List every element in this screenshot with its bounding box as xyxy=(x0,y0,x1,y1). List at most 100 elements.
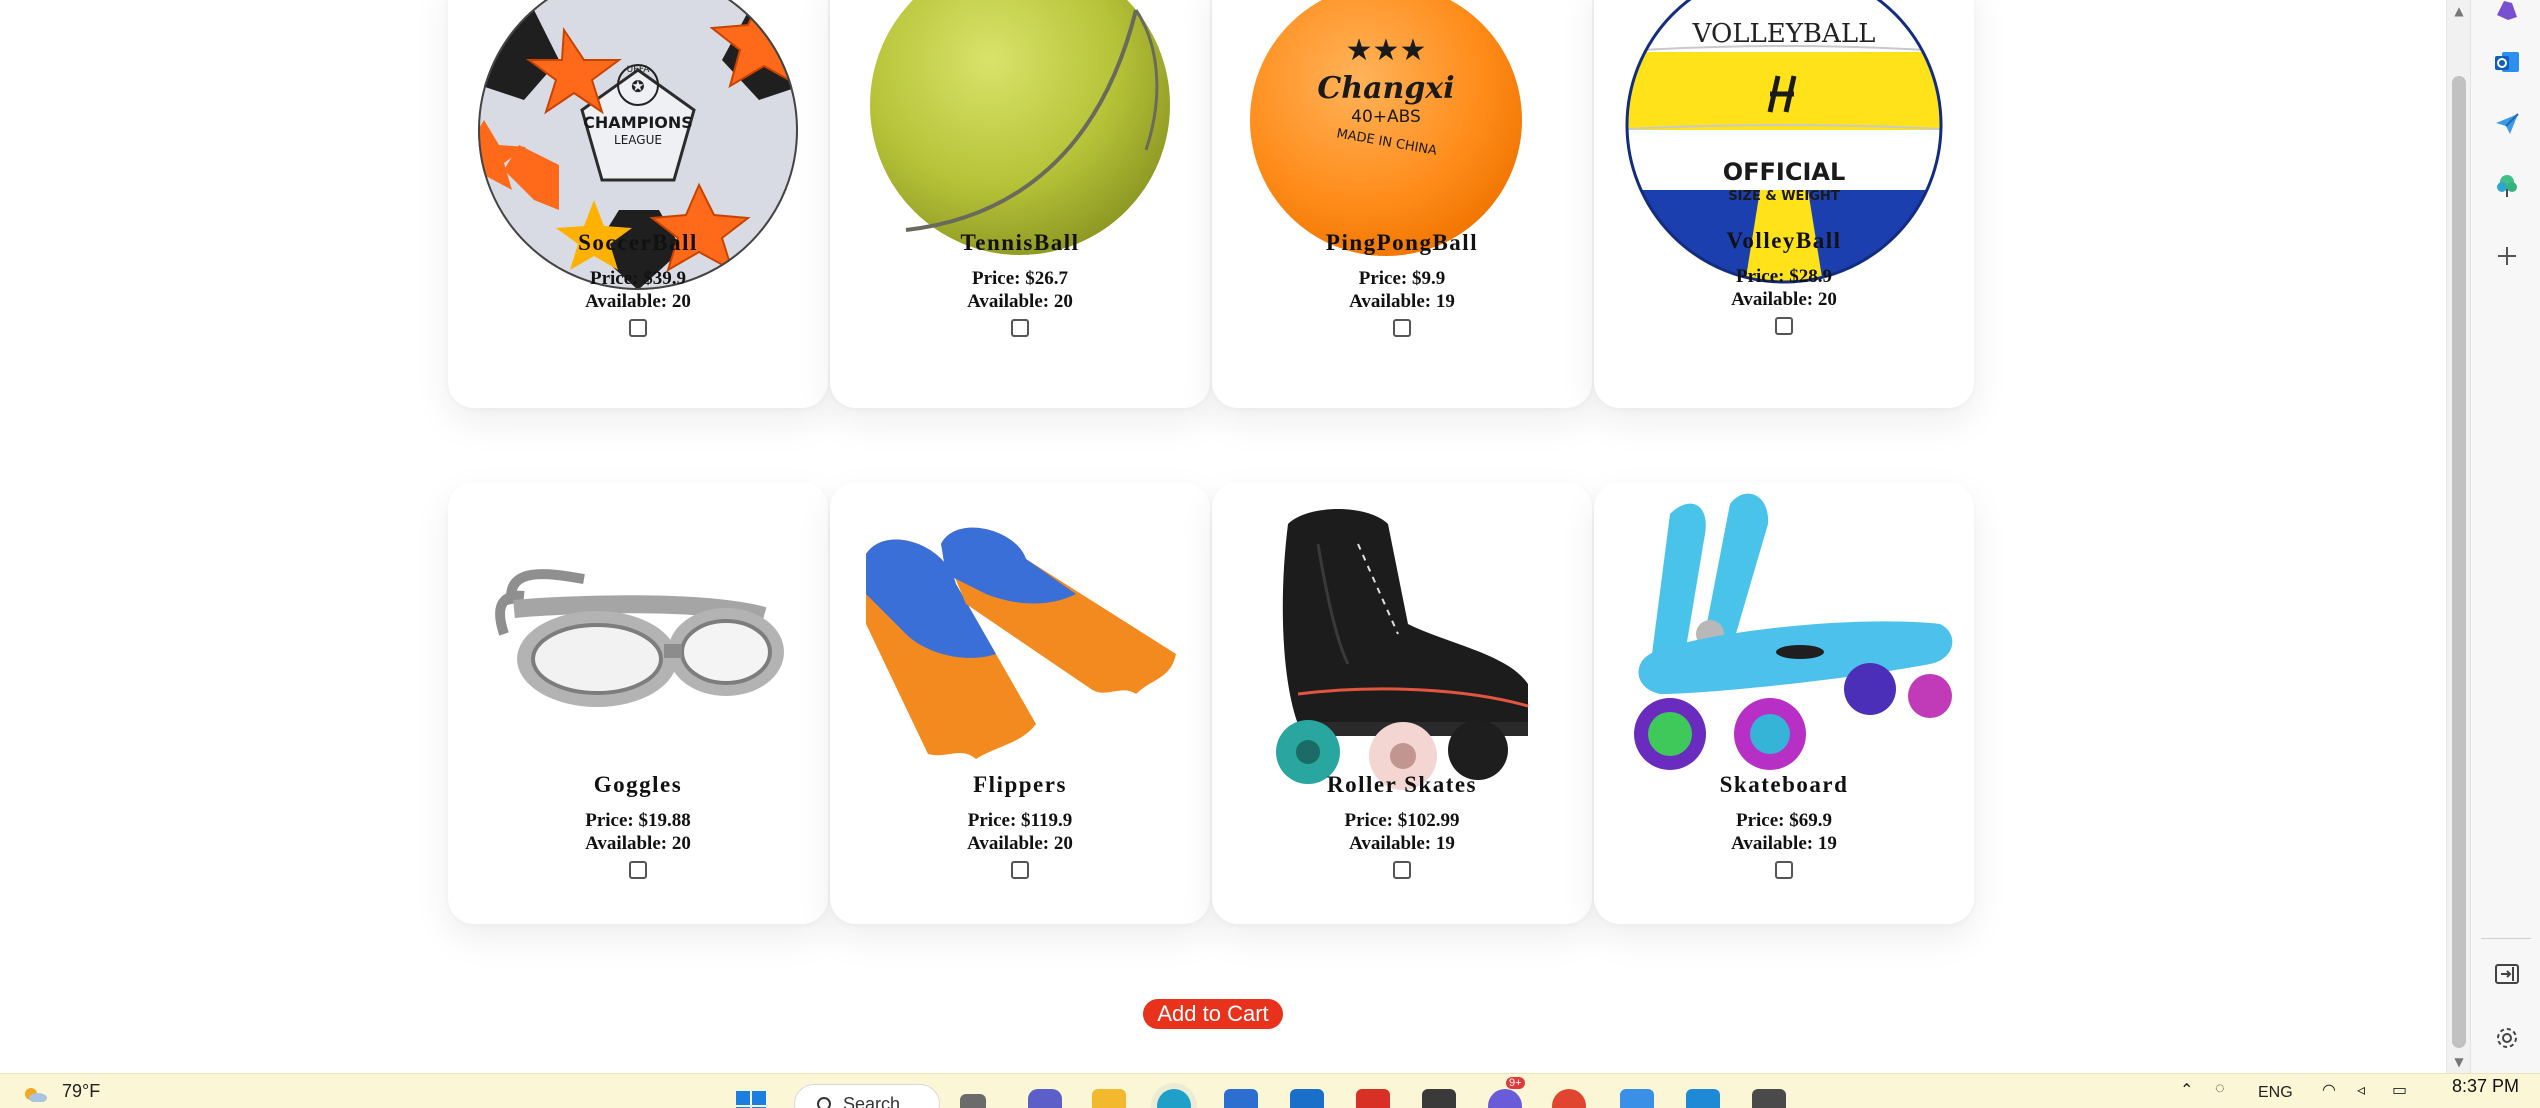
product-availability: Available: 19 xyxy=(1349,833,1455,854)
weather-widget[interactable]: 79°F xyxy=(22,1081,100,1102)
terminal-icon[interactable] xyxy=(1422,1089,1456,1108)
product-name: Goggles xyxy=(593,772,683,797)
product-name: VolleyBall xyxy=(1726,228,1842,253)
product-availability: Available: 20 xyxy=(585,833,691,854)
product-name: SoccerBall xyxy=(578,230,698,255)
tray-chevron-icon[interactable]: ⌃ xyxy=(2180,1080,2193,1100)
product-availability: Available: 20 xyxy=(1731,289,1837,310)
text-editor-icon[interactable] xyxy=(1290,1089,1324,1108)
add-icon[interactable] xyxy=(2491,240,2523,272)
clock-time[interactable]: 8:37 PM xyxy=(2452,1076,2519,1097)
svg-text:OFFICIAL: OFFICIAL xyxy=(1723,158,1846,186)
product-card-pingpongball: ★★★ Changxi 40+ABS MADE IN CHINA PingPon… xyxy=(1212,0,1592,408)
product-price: Price: $119.9 xyxy=(967,810,1073,831)
swim-flippers-icon xyxy=(866,527,1176,759)
product-availability: Available: 20 xyxy=(967,833,1073,854)
product-image xyxy=(464,484,812,806)
product-card-volleyball: VOLLEYBALL OFFICIAL SIZE & WEIGHT Volley… xyxy=(1594,0,1974,408)
teams-icon[interactable] xyxy=(1028,1089,1062,1108)
edge-browser-icon[interactable] xyxy=(1157,1089,1191,1108)
notification-badge: 9+ xyxy=(1506,1077,1525,1089)
product-page: ✪ UEFA CHAMPIONS LEAGUE SoccerBall Price… xyxy=(0,0,2446,1073)
product-price: Price: $69.9 xyxy=(1735,810,1832,831)
select-checkbox[interactable] xyxy=(629,319,647,337)
product-name: Skateboard xyxy=(1719,772,1849,797)
chat-app-icon[interactable]: 9+ xyxy=(1488,1077,1525,1108)
taskbar-search[interactable]: Search xyxy=(794,1084,940,1108)
product-availability: Available: 19 xyxy=(1349,291,1455,312)
vscode-icon[interactable] xyxy=(1686,1089,1720,1108)
windows-taskbar: 79°F Search 9+ ⌃ ◌ ENG ◠ ◃ ▭ 8:37 PM xyxy=(0,1073,2540,1108)
scrollbar-thumb[interactable] xyxy=(2452,76,2466,1048)
product-name: TennisBall xyxy=(960,230,1080,255)
outlook-icon[interactable] xyxy=(2491,46,2523,78)
product-image xyxy=(1228,484,1576,806)
search-icon xyxy=(817,1097,831,1108)
product-price: Price: $26.7 xyxy=(971,268,1068,289)
temperature: 79°F xyxy=(62,1081,101,1101)
store-icon[interactable] xyxy=(1224,1089,1258,1108)
svg-text:VOLLEYBALL: VOLLEYBALL xyxy=(1692,19,1876,49)
battery-icon[interactable]: ▭ xyxy=(2392,1080,2407,1100)
send-icon[interactable] xyxy=(2491,108,2523,140)
svg-text:40+ABS: 40+ABS xyxy=(1351,107,1421,127)
product-card-skateboard: Skateboard Price: $69.9 Available: 19 xyxy=(1594,482,1974,924)
page-scrollbar[interactable]: ▲ ▼ xyxy=(2446,0,2470,1073)
language-indicator[interactable]: ENG xyxy=(2258,1084,2293,1102)
copilot-icon[interactable] xyxy=(2491,0,2523,26)
product-availability: Available: 20 xyxy=(585,291,691,312)
select-checkbox[interactable] xyxy=(1011,319,1029,337)
scroll-up-arrow-icon[interactable]: ▲ xyxy=(2447,0,2471,22)
console-icon[interactable] xyxy=(1752,1089,1786,1108)
gmail-icon[interactable] xyxy=(1356,1089,1390,1108)
select-checkbox[interactable] xyxy=(629,861,647,879)
product-card-soccerball: ✪ UEFA CHAMPIONS LEAGUE SoccerBall Price… xyxy=(448,0,828,408)
product-price: Price: $19.88 xyxy=(585,810,691,831)
product-name: PingPongBall xyxy=(1325,230,1479,255)
product-card-roller-skates: Roller Skates Price: $102.99 Available: … xyxy=(1212,482,1592,924)
search-label: Search xyxy=(843,1094,901,1108)
product-name: Roller Skates xyxy=(1326,772,1478,797)
svg-text:CHAMPIONS: CHAMPIONS xyxy=(583,113,693,132)
chrome-icon[interactable] xyxy=(1552,1089,1586,1108)
product-price: Price: $28.9 xyxy=(1735,266,1832,287)
task-view-icon[interactable] xyxy=(960,1094,986,1108)
scroll-down-arrow-icon[interactable]: ▼ xyxy=(2447,1051,2471,1073)
windows-start-icon[interactable] xyxy=(734,1089,768,1108)
svg-text:✪: ✪ xyxy=(631,77,644,96)
product-image xyxy=(1610,484,1958,806)
product-name: Flippers xyxy=(973,772,1067,797)
side-panel-divider xyxy=(2481,938,2531,939)
product-card-flippers: Flippers Price: $119.9 Available: 20 xyxy=(830,482,1210,924)
select-checkbox[interactable] xyxy=(1393,319,1411,337)
skateboard-icon xyxy=(1634,493,1953,770)
select-checkbox[interactable] xyxy=(1775,317,1793,335)
product-card-goggles: Goggles Price: $19.88 Available: 20 xyxy=(448,482,828,924)
add-to-cart-button[interactable]: Add to Cart xyxy=(1143,999,1283,1029)
wifi-icon[interactable]: ◠ xyxy=(2322,1080,2336,1100)
select-checkbox[interactable] xyxy=(1011,861,1029,879)
swim-goggles-icon xyxy=(495,569,784,707)
settings-icon[interactable] xyxy=(2491,1022,2523,1054)
roller-skate-icon xyxy=(1276,509,1529,790)
product-price: Price: $102.99 xyxy=(1344,810,1460,831)
volume-icon[interactable]: ◃ xyxy=(2357,1080,2365,1100)
svg-text:Changxi: Changxi xyxy=(1317,71,1454,106)
svg-text:★★★: ★★★ xyxy=(1346,33,1427,68)
select-checkbox[interactable] xyxy=(1775,861,1793,879)
svg-text:UEFA: UEFA xyxy=(627,65,651,75)
product-availability: Available: 19 xyxy=(1731,833,1837,854)
product-card-tennisball: TennisBall Price: $26.7 Available: 20 xyxy=(830,0,1210,408)
product-price: Price: $39.9 xyxy=(589,268,686,289)
network-icon[interactable]: ◌ xyxy=(2215,1080,2225,1098)
panel-icon[interactable] xyxy=(2491,958,2523,990)
product-image xyxy=(846,484,1194,806)
svg-text:SIZE & WEIGHT: SIZE & WEIGHT xyxy=(1728,189,1840,204)
file-explorer-icon[interactable] xyxy=(1092,1089,1126,1108)
svg-text:LEAGUE: LEAGUE xyxy=(614,133,662,147)
tree-icon[interactable] xyxy=(2491,170,2523,202)
product-price: Price: $9.9 xyxy=(1358,268,1446,289)
select-checkbox[interactable] xyxy=(1393,861,1411,879)
notepad-icon[interactable] xyxy=(1620,1089,1654,1108)
weather-icon xyxy=(25,1087,47,1102)
